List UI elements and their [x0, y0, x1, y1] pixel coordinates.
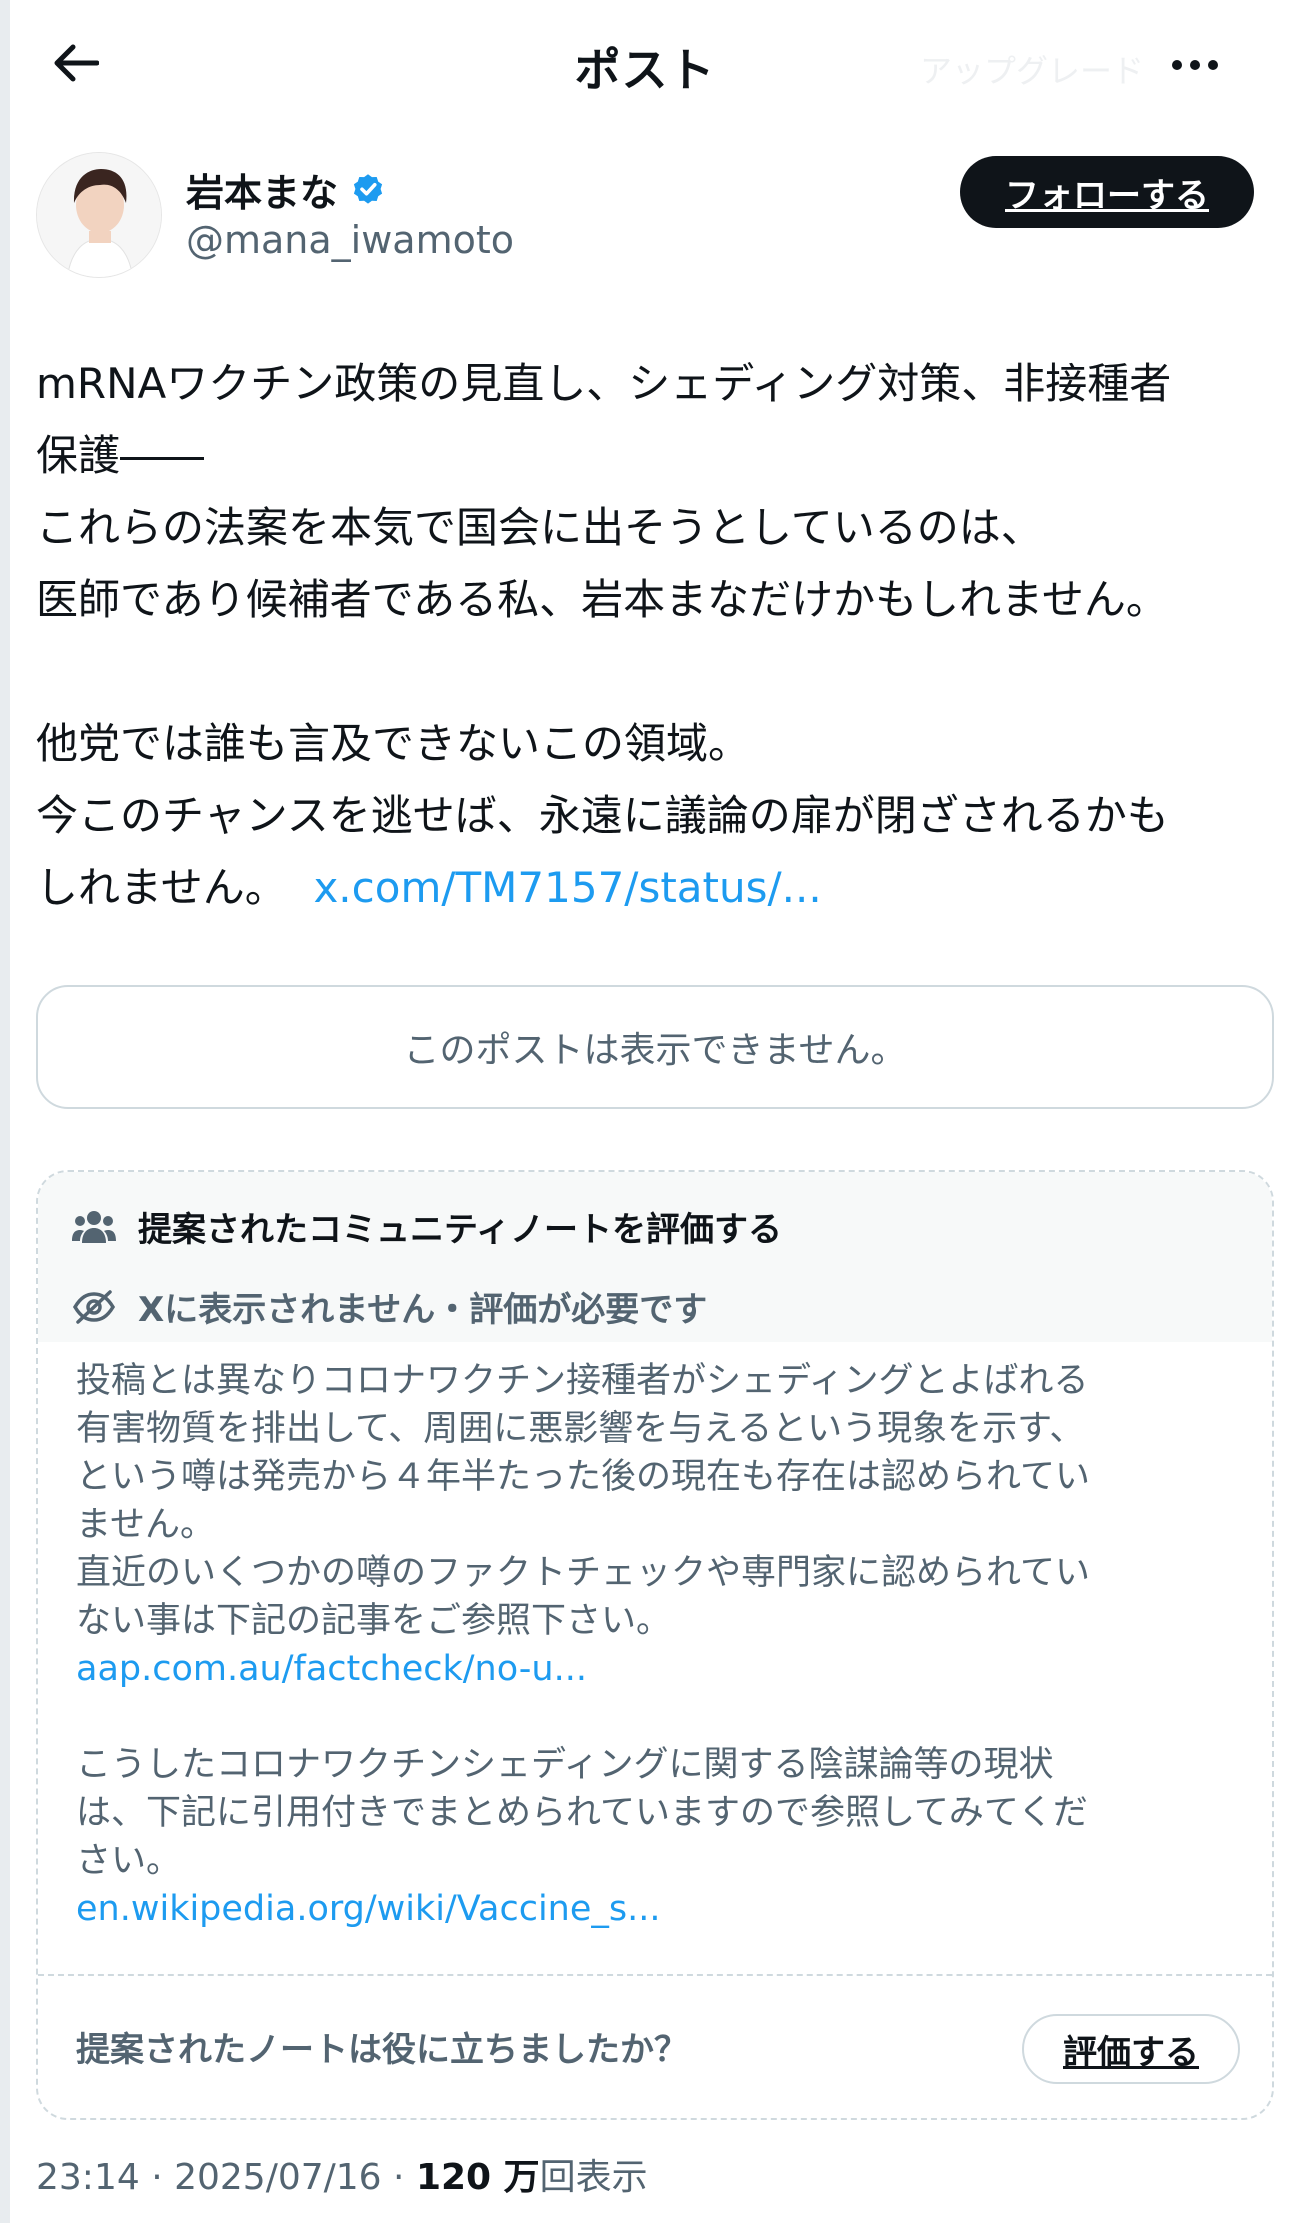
- rate-button[interactable]: 評価する: [1022, 2014, 1240, 2084]
- community-note-status-row: Xに表示されません・評価が必要です: [72, 1282, 707, 1331]
- avatar-image: [37, 153, 161, 277]
- post-line: mRNAワクチン政策の見直し、シェディング対策、非接種者: [36, 359, 1172, 408]
- note-line: は、下記に引用付きでまとめられていますので参照してみてくだ: [76, 1793, 1088, 1833]
- community-note-card: 提案されたコミュニティノートを評価する Xに表示されません・評価が必要です 投稿…: [36, 1170, 1274, 2120]
- background-edge: [0, 0, 10, 2223]
- post-link[interactable]: x.com/TM7157/status/...: [313, 863, 821, 912]
- post-line: これらの法案を本気で国会に出そうとしているのは、: [36, 503, 1043, 552]
- post-line: 他党では誰も言及できないこの領域。: [36, 719, 751, 768]
- divider: [38, 1974, 1272, 1976]
- note-line: 投稿とは異なりコロナワクチン接種者がシェディングとよばれる: [76, 1361, 1089, 1401]
- post-line: 今このチャンスを逃せば、永遠に議論の扉が閉ざされるかも: [36, 791, 1169, 840]
- community-note-header: 提案されたコミュニティノートを評価する Xに表示されません・評価が必要です: [38, 1172, 1272, 1342]
- dot-icon: [1208, 60, 1218, 70]
- dot-icon: [1172, 60, 1182, 70]
- top-bar: ポスト アップグレード: [0, 0, 1290, 130]
- upgrade-ghost-text: アップグレード: [920, 52, 1145, 90]
- view-count-label: 回表示: [539, 2157, 648, 2198]
- note-link[interactable]: en.wikipedia.org/wiki/Vaccine_s...: [76, 1885, 1256, 1933]
- author-row: 岩本まな @mana_iwamoto フォローする: [36, 152, 1256, 282]
- eye-off-icon: [72, 1289, 116, 1324]
- avatar[interactable]: [36, 152, 162, 278]
- people-icon: [72, 1210, 116, 1243]
- post-line: しれません。 x.com/TM7157/status/...: [36, 852, 1266, 924]
- post-date: 2025/07/16: [174, 2157, 382, 2198]
- note-line: ない事は下記の記事をご参照下さい。: [76, 1601, 672, 1641]
- post-line: 保護――: [36, 431, 205, 480]
- post-line: 医師であり候補者である私、岩本まなだけかもしれません。: [36, 575, 1168, 624]
- post-line-text: しれません。: [36, 863, 287, 912]
- post-time: 23:14: [36, 2157, 140, 2198]
- note-line: ません。: [76, 1505, 215, 1545]
- separator-dot: ·: [393, 2157, 416, 2198]
- note-line: 直近のいくつかの噂のファクトチェックや専門家に認められてい: [76, 1553, 1090, 1593]
- note-line: 有害物質を排出して、周囲に悪影響を与えるという現象を示す、: [76, 1409, 1085, 1449]
- follow-button[interactable]: フォローする: [960, 156, 1254, 228]
- view-count: 120 万: [415, 2157, 540, 2198]
- community-note-body: 投稿とは異なりコロナワクチン接種者がシェディングとよばれる 有害物質を排出して、…: [76, 1357, 1256, 1933]
- author-name[interactable]: 岩本まな: [186, 162, 338, 217]
- community-note-title-row: 提案されたコミュニティノートを評価する: [72, 1202, 782, 1251]
- note-link[interactable]: aap.com.au/factcheck/no-u...: [76, 1645, 1256, 1693]
- quoted-post-unavailable: このポストは表示できません。: [36, 985, 1274, 1109]
- post-text: mRNAワクチン政策の見直し、シェディング対策、非接種者 保護―― これらの法案…: [36, 348, 1266, 924]
- community-note-title: 提案されたコミュニティノートを評価する: [138, 1210, 782, 1250]
- post-meta: 23:14 · 2025/07/16 · 120 万回表示: [36, 2148, 648, 2200]
- note-line: という噂は発売から４年半たった後の現在も存在は認められてい: [76, 1457, 1090, 1497]
- community-note-status: Xに表示されません・評価が必要です: [138, 1290, 708, 1330]
- dot-icon: [1190, 60, 1200, 70]
- author-handle[interactable]: @mana_iwamoto: [186, 218, 514, 262]
- separator-dot: ·: [151, 2157, 175, 2198]
- note-line: さい。: [76, 1841, 182, 1881]
- note-line: こうしたコロナワクチンシェディングに関する陰謀論等の現状: [76, 1745, 1054, 1785]
- name-row: 岩本まな: [186, 162, 386, 217]
- note-helpful-question: 提案されたノートは役に立ちましたか？: [76, 2030, 688, 2070]
- verified-badge-icon: [353, 173, 383, 204]
- more-options-button[interactable]: [1160, 40, 1230, 90]
